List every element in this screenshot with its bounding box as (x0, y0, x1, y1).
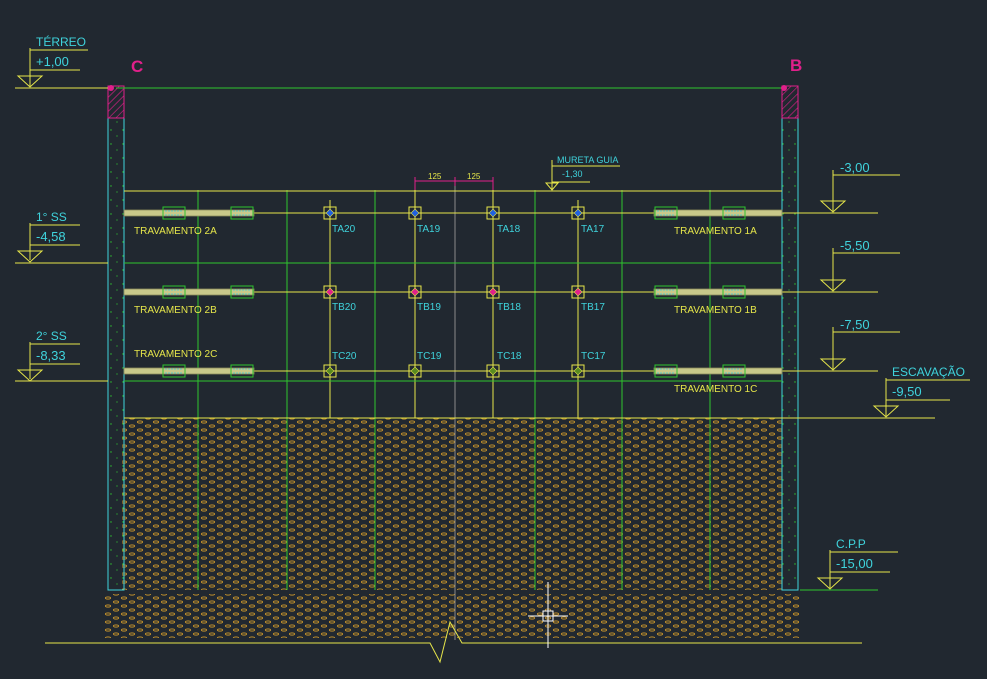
level-terreo[interactable]: TÉRREO +1,00 (16, 34, 88, 88)
level-1ss[interactable]: 1° SS -4,58 (16, 210, 80, 263)
level-1ss-name: 1° SS (36, 210, 67, 224)
level-2ss-value: -8,33 (36, 348, 66, 363)
travamento-2b-label: TRAVAMENTO 2B (134, 305, 217, 316)
level-2ss-name: 2° SS (36, 329, 67, 343)
travamento-2a-label: TRAVAMENTO 2A (134, 226, 217, 237)
marker-b-point (781, 85, 787, 91)
green-level-lines (124, 262, 782, 382)
level-minus-5-5[interactable]: -5,50 (819, 238, 900, 292)
cad-drawing-canvas[interactable]: C B MURETA GUIA -1,30 125 125 TRAVAMENTO… (0, 0, 987, 679)
level-escavacao-name: ESCAVAÇÃO (892, 365, 965, 379)
pile-ta20-label: TA20 (332, 224, 356, 235)
level-2ss[interactable]: 2° SS -8,33 (16, 329, 80, 382)
level-minus-3-value: -3,00 (840, 160, 870, 175)
pile-ta17-label: TA17 (581, 224, 605, 235)
dimension-125-left: 125 (428, 172, 442, 181)
pile-axis-lines (329, 190, 579, 418)
pile-ta17-marker[interactable] (571, 206, 585, 220)
right-diaphragm-wall[interactable] (781, 117, 799, 591)
pile-ta19-label: TA19 (417, 224, 441, 235)
pile-ta18-marker[interactable] (486, 206, 500, 220)
excavation-soil-zone (122, 418, 782, 590)
pile-ta18-label: TA18 (497, 224, 521, 235)
bracing-beam-right-b[interactable] (653, 285, 783, 299)
level-escavacao[interactable]: ESCAVAÇÃO -9,50 (872, 365, 970, 418)
pile-tc17-label: TC17 (581, 351, 606, 362)
travamento-1b-label: TRAVAMENTO 1B (674, 305, 757, 316)
travamento-2c-label: TRAVAMENTO 2C (134, 349, 217, 360)
pile-tb19-marker[interactable] (408, 285, 422, 299)
foundation-soil-zone (105, 594, 800, 638)
pile-tb17-label: TB17 (581, 302, 605, 313)
pile-tc19-marker[interactable] (408, 364, 422, 378)
mureta-guia-value: -1,30 (562, 169, 583, 179)
pile-tb20-label: TB20 (332, 302, 356, 313)
marker-b-label: B (790, 56, 802, 75)
pile-tc17-marker[interactable] (571, 364, 585, 378)
level-cpp[interactable]: C.P.P -15,00 (816, 537, 898, 590)
bracing-beam-left-b[interactable] (123, 285, 255, 299)
marker-c-point (108, 85, 114, 91)
level-cpp-value: -15,00 (836, 556, 873, 571)
pile-ta20-marker[interactable] (323, 206, 337, 220)
level-terreo-name: TÉRREO (36, 34, 86, 49)
pile-tb19-label: TB19 (417, 302, 441, 313)
bracing-beam-right-a[interactable] (653, 206, 783, 220)
pile-tb20-marker[interactable] (323, 285, 337, 299)
mureta-guia-annotation[interactable]: MURETA GUIA -1,30 (544, 155, 620, 191)
level-escavacao-value: -9,50 (892, 384, 922, 399)
pile-ta19-marker[interactable] (408, 206, 422, 220)
bracing-beam-right-c[interactable] (653, 364, 783, 378)
level-1ss-value: -4,58 (36, 229, 66, 244)
travamento-1c-label: TRAVAMENTO 1C (674, 384, 757, 395)
bracing-beam-left-c[interactable] (123, 364, 255, 378)
pile-tc18-marker[interactable] (486, 364, 500, 378)
pile-tb18-marker[interactable] (486, 285, 500, 299)
pile-tc18-label: TC18 (497, 351, 522, 362)
bracing-beam-left-a[interactable] (123, 206, 255, 220)
pile-tb18-label: TB18 (497, 302, 521, 313)
marker-c-label: C (131, 57, 143, 76)
level-terreo-value: +1,00 (36, 54, 69, 69)
left-diaphragm-wall[interactable] (107, 117, 125, 591)
pile-tc19-label: TC19 (417, 351, 442, 362)
level-minus-3[interactable]: -3,00 (819, 160, 900, 213)
mureta-guia-label: MURETA GUIA (557, 155, 618, 165)
pile-tc20-label: TC20 (332, 351, 357, 362)
dimension-125 (414, 177, 494, 190)
travamento-1a-label: TRAVAMENTO 1A (674, 226, 757, 237)
pile-tc20-marker[interactable] (323, 364, 337, 378)
dimension-125-right: 125 (467, 172, 481, 181)
level-minus-7-5[interactable]: -7,50 (819, 317, 900, 371)
level-minus-7-5-value: -7,50 (840, 317, 870, 332)
level-minus-5-5-value: -5,50 (840, 238, 870, 253)
level-cpp-name: C.P.P (836, 537, 866, 551)
pile-tb17-marker[interactable] (571, 285, 585, 299)
